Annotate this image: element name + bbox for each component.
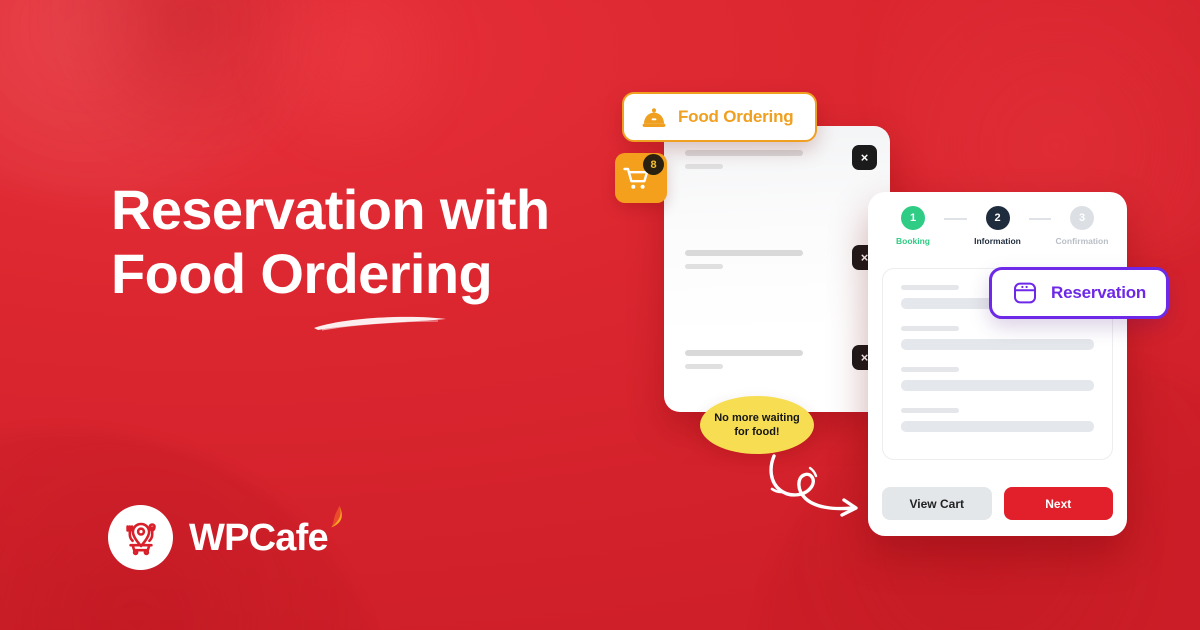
reservation-card-actions: View Cart Next bbox=[882, 487, 1113, 520]
cart-item-meta-skeleton bbox=[685, 364, 723, 369]
food-cloche-icon bbox=[642, 107, 666, 127]
flame-icon bbox=[331, 505, 342, 527]
reservation-badge-label: Reservation bbox=[1051, 283, 1147, 302]
cart-chip[interactable]: 8 bbox=[615, 153, 667, 203]
step-booking-label: Booking bbox=[896, 236, 930, 246]
promo-banner: Reservation with Food Ordering WPCafe × … bbox=[0, 0, 1200, 630]
field-label-skeleton bbox=[901, 326, 959, 331]
step-connector bbox=[944, 218, 967, 220]
cart-item-meta-skeleton bbox=[685, 264, 723, 269]
cart-item-name-skeleton bbox=[685, 350, 803, 356]
cart-item-name-skeleton bbox=[685, 150, 803, 156]
step-confirmation-number: 3 bbox=[1070, 206, 1094, 230]
reservation-badge[interactable]: Reservation bbox=[989, 267, 1170, 319]
reservation-stepper: 1 Booking 2 Information 3 Confirmation bbox=[882, 206, 1113, 246]
field-label-skeleton bbox=[901, 285, 959, 290]
reservation-card: 1 Booking 2 Information 3 Confirmation V… bbox=[868, 192, 1127, 536]
step-connector bbox=[1028, 218, 1051, 220]
view-cart-button[interactable]: View Cart bbox=[882, 487, 992, 520]
step-confirmation[interactable]: 3 Confirmation bbox=[1051, 206, 1113, 246]
field-input-skeleton[interactable] bbox=[901, 421, 1094, 432]
curly-arrow-icon bbox=[769, 454, 858, 517]
reservation-next-button[interactable]: Next bbox=[1003, 487, 1113, 520]
form-field[interactable] bbox=[901, 408, 1094, 432]
food-ordering-badge-label: Food Ordering bbox=[678, 107, 794, 126]
underline-swash-icon bbox=[314, 316, 446, 331]
step-booking[interactable]: 1 Booking bbox=[882, 206, 944, 246]
brand-name: WPCafe bbox=[189, 505, 342, 559]
callout-bubble: No more waiting for food! bbox=[700, 396, 814, 454]
step-information-label: Information bbox=[974, 236, 1021, 246]
cart-item-row: × bbox=[664, 240, 890, 290]
wpcafe-pin-cart-logo-icon bbox=[108, 505, 173, 570]
field-input-skeleton[interactable] bbox=[901, 339, 1094, 350]
form-field[interactable] bbox=[901, 367, 1094, 391]
brand-logo: WPCafe bbox=[108, 505, 342, 570]
step-booking-number: 1 bbox=[901, 206, 925, 230]
cart-count-badge: 8 bbox=[643, 154, 664, 175]
brand-name-text: WPCafe bbox=[189, 516, 329, 559]
field-input-skeleton[interactable] bbox=[901, 380, 1094, 391]
cart-item-row: × bbox=[664, 340, 890, 390]
page-title: Reservation with Food Ordering bbox=[111, 178, 550, 305]
field-label-skeleton bbox=[901, 408, 959, 413]
remove-item-button[interactable]: × bbox=[852, 145, 877, 170]
step-confirmation-label: Confirmation bbox=[1055, 236, 1109, 246]
cart-item-meta-skeleton bbox=[685, 164, 723, 169]
cart-item-name-skeleton bbox=[685, 250, 803, 256]
form-field[interactable] bbox=[901, 326, 1094, 350]
reservation-table-icon bbox=[1014, 282, 1036, 304]
food-order-card: × × × Delivery Pickup bbox=[664, 126, 890, 412]
cart-item-list: × × × bbox=[664, 140, 890, 390]
step-information-number: 2 bbox=[985, 206, 1010, 230]
cart-item-row: × bbox=[664, 140, 890, 190]
food-ordering-badge[interactable]: Food Ordering bbox=[622, 92, 818, 142]
field-label-skeleton bbox=[901, 367, 959, 372]
step-information[interactable]: 2 Information bbox=[967, 206, 1029, 246]
